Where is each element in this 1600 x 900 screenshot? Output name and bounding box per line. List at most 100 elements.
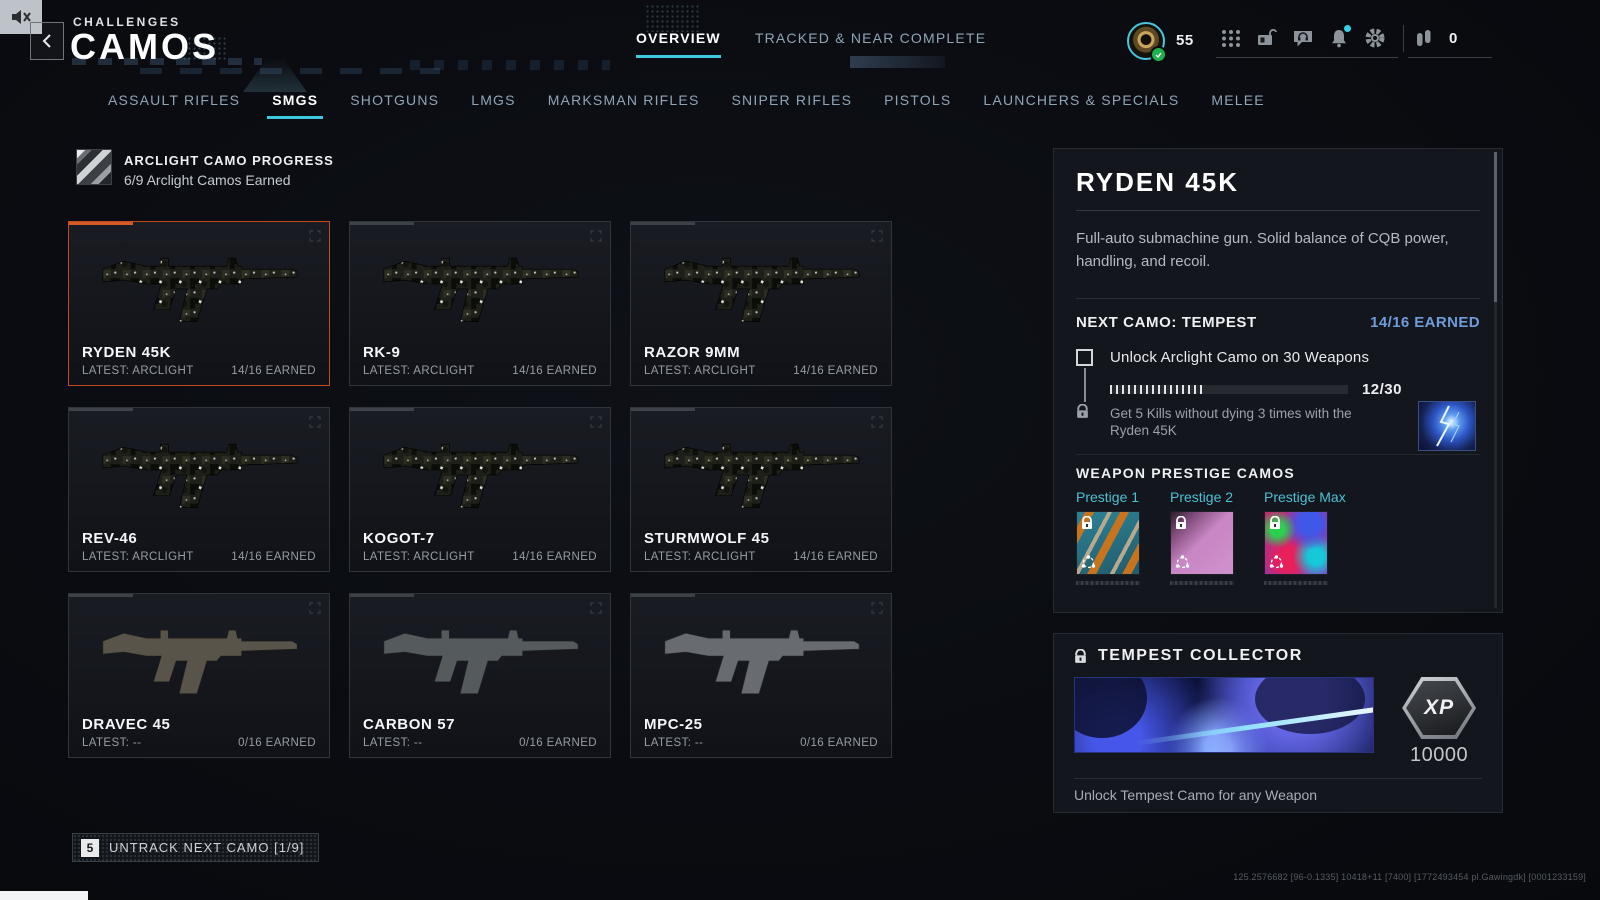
divider [1076,297,1480,299]
track-status-icon [871,602,883,614]
settings-icon[interactable] [1364,27,1386,49]
collector-subtitle: Unlock Tempest Camo for any Weapon [1074,778,1482,803]
weapon-tab-marksman-rifles[interactable]: MARKSMAN RIFLES [548,92,700,119]
prestige-emblem-icon [1081,554,1096,568]
lock-icon [1075,648,1086,663]
card-accent-strip [631,408,695,411]
weapon-latest-camo: LATEST: ARCLIGHT [82,365,194,377]
weapon-card-sturmwolf-45[interactable]: STURMWOLF 45 LATEST: ARCLIGHT 14/16 EARNED [630,407,892,572]
apps-grid-icon[interactable] [1220,27,1242,49]
weapon-card-kogot-7[interactable]: KOGOT-7 LATEST: ARCLIGHT 14/16 EARNED [349,407,611,572]
weapon-card-ryden-45k[interactable]: RYDEN 45K LATEST: ARCLIGHT 14/16 EARNED [68,221,330,386]
lock-icon [1077,403,1088,418]
prestige-camo-progress-bar [1076,580,1140,585]
hud-underline [1216,57,1398,58]
detail-weapon-title: RYDEN 45K [1076,167,1480,211]
weapon-tab-lmgs[interactable]: LMGS [471,92,515,119]
card-accent-strip [350,594,414,597]
screen-edge-artifact [0,891,88,900]
weapon-image [383,443,579,509]
weapon-earned-count: 14/16 EARNED [231,365,316,377]
challenge-progress-bar [1110,384,1348,394]
player-level: 55 [1176,32,1194,49]
weapon-name: RYDEN 45K [82,344,172,361]
weapon-tab-pistols[interactable]: PISTOLS [884,92,951,119]
challenge-progress-fill [1110,384,1206,394]
scrollbar-thumb[interactable] [1494,152,1497,302]
weapon-card-dravec-45[interactable]: DRAVEC 45 LATEST: -- 0/16 EARNED [68,593,330,758]
prestige-camo-prestige-2: Prestige 2 [1170,489,1234,585]
detail-weapon-description: Full-auto submachine gun. Solid balance … [1076,230,1449,271]
xp-reward-value: 10000 [1410,744,1469,766]
weapon-earned-count: 0/16 EARNED [238,737,316,749]
currency-value: 0 [1449,29,1458,47]
card-accent-strip [631,594,695,597]
prestige-camo-swatch[interactable] [1264,510,1328,575]
prestige-camo-swatch[interactable] [1170,510,1234,575]
weapon-name: KOGOT-7 [363,530,435,547]
weapon-class-tabs: ASSAULT RIFLES SMGS SHOTGUNS LMGS MARKSMAN R… [108,92,1265,119]
track-status-icon [309,602,321,614]
social-chat-icon[interactable] [1292,27,1314,49]
glitch-decoration [410,60,610,70]
weapon-earned-count: 0/16 EARNED [800,737,878,749]
challenge-progress-count: 12/30 [1361,380,1402,398]
prestige-camo-progress-bar [1170,580,1234,585]
weapon-name: REV-46 [82,530,138,547]
weapon-latest-camo: LATEST: -- [644,737,704,749]
weapon-earned-count: 14/16 EARNED [793,365,878,377]
untrack-next-camo-button[interactable]: 5 UNTRACK NEXT CAMO [1/9] [72,833,320,862]
weapon-card-carbon-57[interactable]: CARBON 57 LATEST: -- 0/16 EARNED [349,593,611,758]
notifications-icon[interactable] [1328,25,1351,49]
weapon-tab-launchers-specials[interactable]: LAUNCHERS & SPECIALS [983,92,1179,119]
weapon-tab-assault-rifles[interactable]: ASSAULT RIFLES [108,92,240,119]
weapon-earned-count: 14/16 EARNED [793,551,878,563]
weapon-tab-sniper-rifles[interactable]: SNIPER RIFLES [732,92,853,119]
weapon-card-rk-9[interactable]: RK-9 LATEST: ARCLIGHT 14/16 EARNED [349,221,611,386]
track-status-icon [871,230,883,242]
weapon-tab-shotguns[interactable]: SHOTGUNS [350,92,439,119]
weapon-name: RAZOR 9MM [644,344,741,361]
online-status-badge [1150,46,1167,63]
weapon-tab-melee[interactable]: MELEE [1211,92,1264,119]
hud-icon-row [1220,25,1386,49]
view-tab-overview[interactable]: OVERVIEW [636,30,721,58]
prestige-camo-swatch[interactable] [1076,510,1140,575]
notification-dot [1344,25,1351,32]
weapon-image [383,629,579,695]
weapon-grid: RYDEN 45K LATEST: ARCLIGHT 14/16 EARNED RK-… [68,221,892,758]
xp-badge: XP [1402,677,1477,739]
weapon-card-razor-9mm[interactable]: RAZOR 9MM LATEST: ARCLIGHT 14/16 EARNED [630,221,892,386]
weapon-tab-smgs[interactable]: SMGS [267,92,324,119]
tempest-collector-panel[interactable]: TEMPEST COLLECTOR XP 10000 Unlock Tempes… [1053,633,1503,813]
weapon-image [664,257,860,323]
prestige-camo-label: Prestige 2 [1170,488,1234,505]
camos-challenges-screen: CHALLENGES CAMOS OVERVIEW TRACKED & NEAR … [0,0,1600,900]
weapon-card-mpc-25[interactable]: MPC-25 LATEST: -- 0/16 EARNED [630,593,892,758]
weapon-image [102,443,298,509]
back-button[interactable] [30,22,64,60]
weapon-earned-count: 14/16 EARNED [512,551,597,563]
weapon-latest-camo: LATEST: ARCLIGHT [644,365,756,377]
prestige-camo-prestige-max: Prestige Max [1264,489,1346,585]
view-tab-tracked-near-complete[interactable]: TRACKED & NEAR COMPLETE [755,30,986,55]
prestige-emblem-icon [1175,554,1190,568]
camo-progress-subtitle: 6/9 Arclight Camos Earned [124,172,291,188]
weapon-latest-camo: LATEST: -- [363,737,423,749]
weapon-name: DRAVEC 45 [82,716,171,733]
currency-group: 0 [1414,28,1457,48]
track-status-icon [871,416,883,428]
prestige-camo-prestige-1: Prestige 1 [1076,489,1140,585]
next-camo-label: NEXT CAMO: TEMPEST [1076,313,1257,331]
lock-icon [1176,515,1186,529]
challenge-checkbox[interactable] [1076,348,1093,366]
weapon-name: MPC-25 [644,716,703,733]
track-status-icon [590,602,602,614]
currency-underline [1408,57,1492,58]
locker-card-icon[interactable] [1256,27,1278,49]
weapon-card-rev-46[interactable]: REV-46 LATEST: ARCLIGHT 14/16 EARNED [68,407,330,572]
weapon-name: RK-9 [363,344,401,361]
weapon-image [102,257,298,323]
detail-scrollbar[interactable] [1494,152,1497,608]
glitch-beam-decoration [243,58,307,92]
